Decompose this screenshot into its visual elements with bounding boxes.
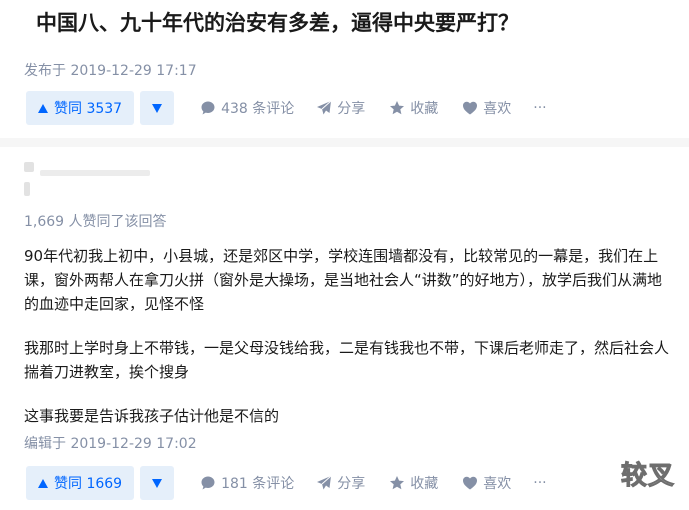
star-icon <box>389 100 405 116</box>
more-icon: ··· <box>533 100 547 116</box>
answer-action-bar: 赞同 1669 181 条评论 分享 收藏 喜欢 ··· <box>26 466 646 500</box>
more-button[interactable]: ··· <box>533 475 546 491</box>
section-divider <box>0 138 689 147</box>
comments-label: 438 条评论 <box>221 101 295 117</box>
like-button[interactable]: 喜欢 <box>462 98 511 118</box>
heart-icon <box>462 475 478 491</box>
favorite-button[interactable]: 收藏 <box>389 473 438 493</box>
comments-label: 181 条评论 <box>221 476 295 492</box>
paper-plane-icon <box>316 475 332 491</box>
favorite-button[interactable]: 收藏 <box>389 98 438 118</box>
publish-time: 发布于 2019-12-29 17:17 <box>24 63 197 79</box>
watermark: 较叉 <box>620 461 675 492</box>
downvote-button[interactable] <box>140 466 175 500</box>
like-label: 喜欢 <box>483 101 512 117</box>
paper-plane-icon <box>316 100 332 116</box>
share-button[interactable]: 分享 <box>316 98 365 118</box>
downvote-button[interactable] <box>140 91 175 125</box>
upvote-label: 赞同 1669 <box>54 476 123 492</box>
author-info-blurred <box>24 158 174 198</box>
more-button[interactable]: ··· <box>533 100 546 116</box>
triangle-up-icon <box>38 103 48 113</box>
upvote-label: 赞同 3537 <box>54 101 123 117</box>
favorite-label: 收藏 <box>410 101 439 117</box>
star-icon <box>389 475 405 491</box>
share-label: 分享 <box>337 476 366 492</box>
comment-icon <box>200 475 216 491</box>
triangle-down-icon <box>152 478 163 488</box>
upvote-button[interactable]: 赞同 1669 <box>26 466 135 500</box>
answer-paragraph: 90年代初我上初中，小县城，还是郊区中学，学校连围墙都没有，比较常见的一幕是，我… <box>24 247 663 313</box>
triangle-down-icon <box>152 103 163 113</box>
answer-voters: 1,669 人赞同了该回答 <box>24 214 167 230</box>
question-action-bar: 赞同 3537 438 条评论 分享 收藏 喜欢 ··· <box>26 91 646 125</box>
more-icon: ··· <box>533 475 547 491</box>
heart-icon <box>462 100 478 116</box>
triangle-up-icon <box>38 478 48 488</box>
answer-paragraph: 我那时上学时身上不带钱，一是父母没钱给我，二是有钱我也不带，下课后老师走了，然后… <box>24 339 670 381</box>
question-title: 中国八、九十年代的治安有多差，逼得中央要严打？ <box>36 11 519 35</box>
answer-paragraph: 这事我要是告诉我孩子估计他是不信的 <box>24 407 280 425</box>
comments-button[interactable]: 438 条评论 <box>200 98 294 118</box>
comment-icon <box>200 100 216 116</box>
favorite-label: 收藏 <box>410 476 439 492</box>
share-button[interactable]: 分享 <box>316 473 365 493</box>
like-button[interactable]: 喜欢 <box>462 473 511 493</box>
upvote-button[interactable]: 赞同 3537 <box>26 91 135 125</box>
edit-time: 编辑于 2019-12-29 17:02 <box>24 436 197 452</box>
like-label: 喜欢 <box>483 476 512 492</box>
share-label: 分享 <box>337 101 366 117</box>
comments-button[interactable]: 181 条评论 <box>200 473 294 493</box>
